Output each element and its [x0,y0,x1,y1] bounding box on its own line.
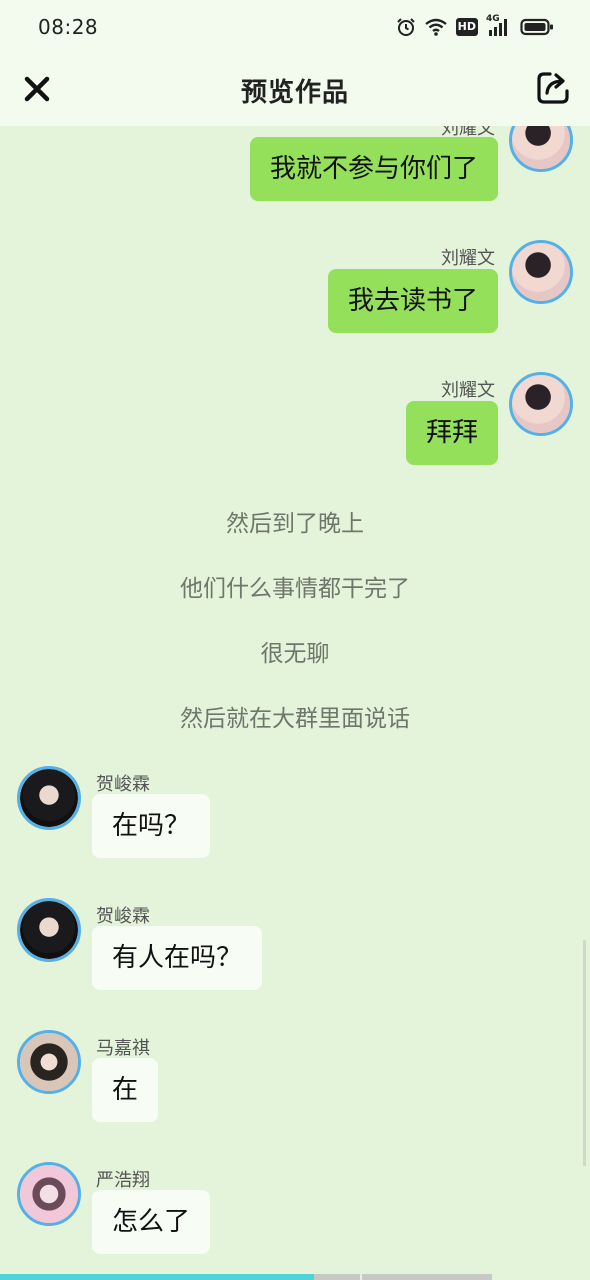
progress-segment [362,1274,492,1280]
page-title: 预览作品 [240,77,349,108]
narration-text: 然后到了晚上 [226,511,364,537]
sender-name: 严浩翔 [96,1170,150,1191]
message-bubble[interactable]: 怎么了 [92,1190,211,1254]
wifi-icon [424,17,448,37]
avatar[interactable] [17,766,81,830]
status-icons: HD 4G [396,14,554,37]
narration-text: 他们什么事情都干完了 [180,576,410,602]
hd-icon: HD [455,18,478,36]
sender-name: 贺峻霖 [96,774,150,795]
signal-4g-icon: 4G [486,14,512,37]
sender-name: 贺峻霖 [96,906,150,927]
narration-text: 然后就在大群里面说话 [180,706,410,732]
progress-segment [0,1274,314,1280]
status-time: 08:28 [38,15,99,39]
message-bubble[interactable]: 有人在吗？ [92,926,263,990]
battery-icon [520,17,554,37]
close-icon[interactable] [22,74,52,104]
avatar[interactable] [509,240,573,304]
progress-bar [0,1274,590,1280]
message-bubble[interactable]: 在吗？ [92,794,211,858]
chat-area[interactable]: 刘耀文 我就不参与你们了 刘耀文 我去读书了 刘耀文 拜拜 然后到了晚上 他们什… [0,126,590,1280]
avatar[interactable] [509,372,573,436]
scrollbar[interactable] [583,940,586,1166]
alarm-icon [396,17,416,37]
sender-name: 刘耀文 [441,380,495,401]
status-bar: 08:28 HD 4G [0,0,590,54]
message-bubble[interactable]: 拜拜 [405,401,498,465]
message-bubble[interactable]: 我就不参与你们了 [249,137,498,201]
avatar[interactable] [17,898,81,962]
progress-segment [314,1274,360,1280]
chat-preview-screen: 08:28 HD 4G 预览作品 刘耀文 我就不参与你们了 刘耀文 我去读书了 … [0,0,590,1280]
avatar[interactable] [509,126,573,172]
avatar[interactable] [17,1030,81,1094]
sender-name: 刘耀文 [441,248,495,269]
nav-bar: 预览作品 [0,54,590,126]
message-bubble[interactable]: 在 [92,1058,159,1122]
message-bubble[interactable]: 我去读书了 [327,269,498,333]
avatar[interactable] [17,1162,81,1226]
narration-text: 很无聊 [260,641,330,667]
share-icon[interactable] [536,71,570,105]
sender-name: 马嘉祺 [96,1038,150,1059]
